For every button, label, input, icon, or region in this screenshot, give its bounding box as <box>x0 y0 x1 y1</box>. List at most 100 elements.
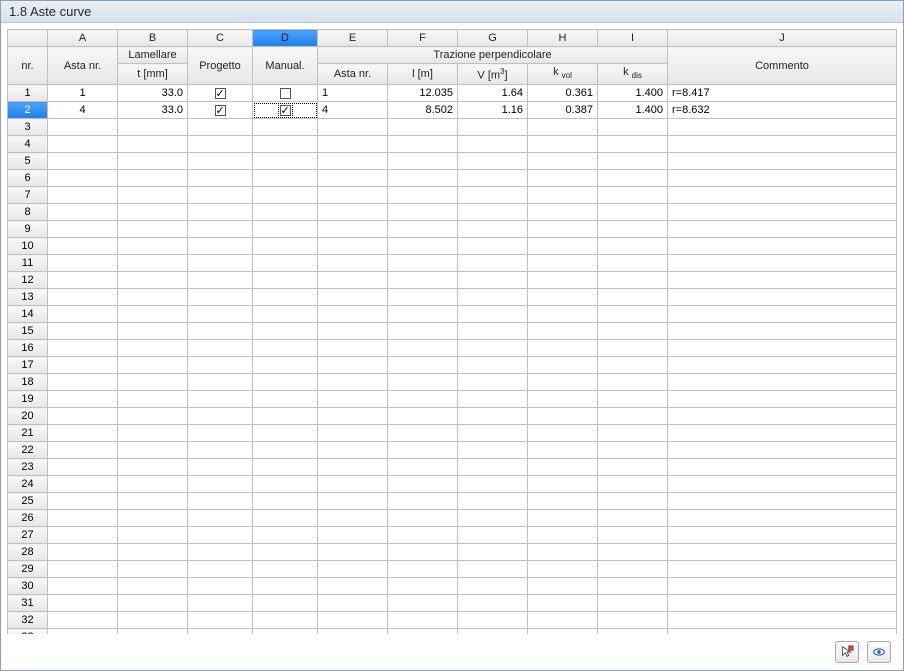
cell-I[interactable] <box>598 476 668 493</box>
cell-A[interactable] <box>48 374 118 391</box>
col-letter-C[interactable]: C <box>188 30 253 47</box>
table-row[interactable]: 9 <box>8 221 897 238</box>
row-header[interactable]: 24 <box>8 476 48 493</box>
header-t-mm[interactable]: t [mm] <box>118 64 188 85</box>
cell-B[interactable] <box>118 544 188 561</box>
row-header[interactable]: 32 <box>8 612 48 629</box>
cell-G[interactable]: 1.64 <box>458 85 528 102</box>
table-row[interactable]: 5 <box>8 153 897 170</box>
cell-A[interactable] <box>48 425 118 442</box>
col-letter-I[interactable]: I <box>598 30 668 47</box>
cell-F[interactable] <box>388 442 458 459</box>
cell-I[interactable] <box>598 612 668 629</box>
cell-I[interactable] <box>598 170 668 187</box>
cell-E[interactable]: 4 <box>318 102 388 119</box>
cell-E[interactable] <box>318 221 388 238</box>
cell-A[interactable]: 1 <box>48 85 118 102</box>
cell-D[interactable] <box>253 442 318 459</box>
cell-C[interactable] <box>188 187 253 204</box>
view-button[interactable] <box>867 641 891 663</box>
col-letter-G[interactable]: G <box>458 30 528 47</box>
cell-I[interactable] <box>598 119 668 136</box>
cell-I[interactable] <box>598 595 668 612</box>
table-row[interactable]: 7 <box>8 187 897 204</box>
cell-J[interactable]: r=8.632 <box>668 102 897 119</box>
cell-I[interactable] <box>598 272 668 289</box>
cell-F[interactable] <box>388 170 458 187</box>
cell-F[interactable] <box>388 408 458 425</box>
row-header[interactable]: 22 <box>8 442 48 459</box>
cell-D[interactable] <box>253 493 318 510</box>
cell-J[interactable] <box>668 255 897 272</box>
row-header[interactable]: 29 <box>8 561 48 578</box>
cell-C[interactable] <box>188 459 253 476</box>
cell-H[interactable] <box>528 374 598 391</box>
cell-F[interactable] <box>388 476 458 493</box>
table-row[interactable]: 10 <box>8 238 897 255</box>
cell-A[interactable] <box>48 459 118 476</box>
header-kdis[interactable]: k dis <box>598 64 668 85</box>
cell-G[interactable] <box>458 374 528 391</box>
cell-C[interactable] <box>188 374 253 391</box>
cell-J[interactable] <box>668 238 897 255</box>
cell-I[interactable] <box>598 578 668 595</box>
header-progetto[interactable]: Progetto <box>188 47 253 85</box>
table-row[interactable]: 24 <box>8 476 897 493</box>
cell-H[interactable] <box>528 289 598 306</box>
row-header[interactable]: 12 <box>8 272 48 289</box>
table-row[interactable]: 20 <box>8 408 897 425</box>
cell-B[interactable] <box>118 578 188 595</box>
cell-J[interactable] <box>668 323 897 340</box>
cell-H[interactable] <box>528 204 598 221</box>
cell-J[interactable] <box>668 204 897 221</box>
cell-H[interactable] <box>528 323 598 340</box>
cell-F[interactable] <box>388 153 458 170</box>
cell-E[interactable] <box>318 306 388 323</box>
cell-D[interactable] <box>253 408 318 425</box>
row-header[interactable]: 20 <box>8 408 48 425</box>
cell-C[interactable] <box>188 612 253 629</box>
row-header[interactable]: 5 <box>8 153 48 170</box>
cell-D[interactable] <box>253 221 318 238</box>
table-row[interactable]: 3 <box>8 119 897 136</box>
table-row[interactable]: 22 <box>8 442 897 459</box>
cell-D[interactable] <box>253 612 318 629</box>
cell-D[interactable] <box>253 289 318 306</box>
cell-B[interactable] <box>118 459 188 476</box>
cell-E[interactable] <box>318 561 388 578</box>
cell-C[interactable] <box>188 476 253 493</box>
cell-E[interactable] <box>318 459 388 476</box>
table-row[interactable]: 2433.048.5021.160.3871.400r=8.632 <box>8 102 897 119</box>
cell-E[interactable] <box>318 374 388 391</box>
cell-D[interactable] <box>253 170 318 187</box>
cell-A[interactable] <box>48 476 118 493</box>
cell-J[interactable] <box>668 391 897 408</box>
cell-J[interactable] <box>668 357 897 374</box>
cell-F[interactable] <box>388 357 458 374</box>
cell-B[interactable] <box>118 289 188 306</box>
cell-G[interactable] <box>458 323 528 340</box>
cell-D[interactable] <box>253 85 318 102</box>
header-asta-nr[interactable]: Asta nr. <box>48 47 118 85</box>
progetto-checkbox[interactable] <box>215 105 226 116</box>
table-row[interactable]: 15 <box>8 323 897 340</box>
cell-D[interactable] <box>253 391 318 408</box>
cell-G[interactable] <box>458 510 528 527</box>
cell-H[interactable] <box>528 578 598 595</box>
cell-H[interactable] <box>528 544 598 561</box>
row-header[interactable]: 13 <box>8 289 48 306</box>
cell-J[interactable] <box>668 527 897 544</box>
cell-B[interactable] <box>118 153 188 170</box>
cell-G[interactable] <box>458 459 528 476</box>
cell-C[interactable] <box>188 238 253 255</box>
row-header[interactable]: 23 <box>8 459 48 476</box>
cell-J[interactable] <box>668 119 897 136</box>
cell-D[interactable] <box>253 153 318 170</box>
cell-C[interactable] <box>188 425 253 442</box>
cell-I[interactable] <box>598 136 668 153</box>
cell-F[interactable] <box>388 289 458 306</box>
cell-C[interactable] <box>188 527 253 544</box>
cell-A[interactable] <box>48 238 118 255</box>
cell-G[interactable] <box>458 204 528 221</box>
cell-A[interactable] <box>48 323 118 340</box>
